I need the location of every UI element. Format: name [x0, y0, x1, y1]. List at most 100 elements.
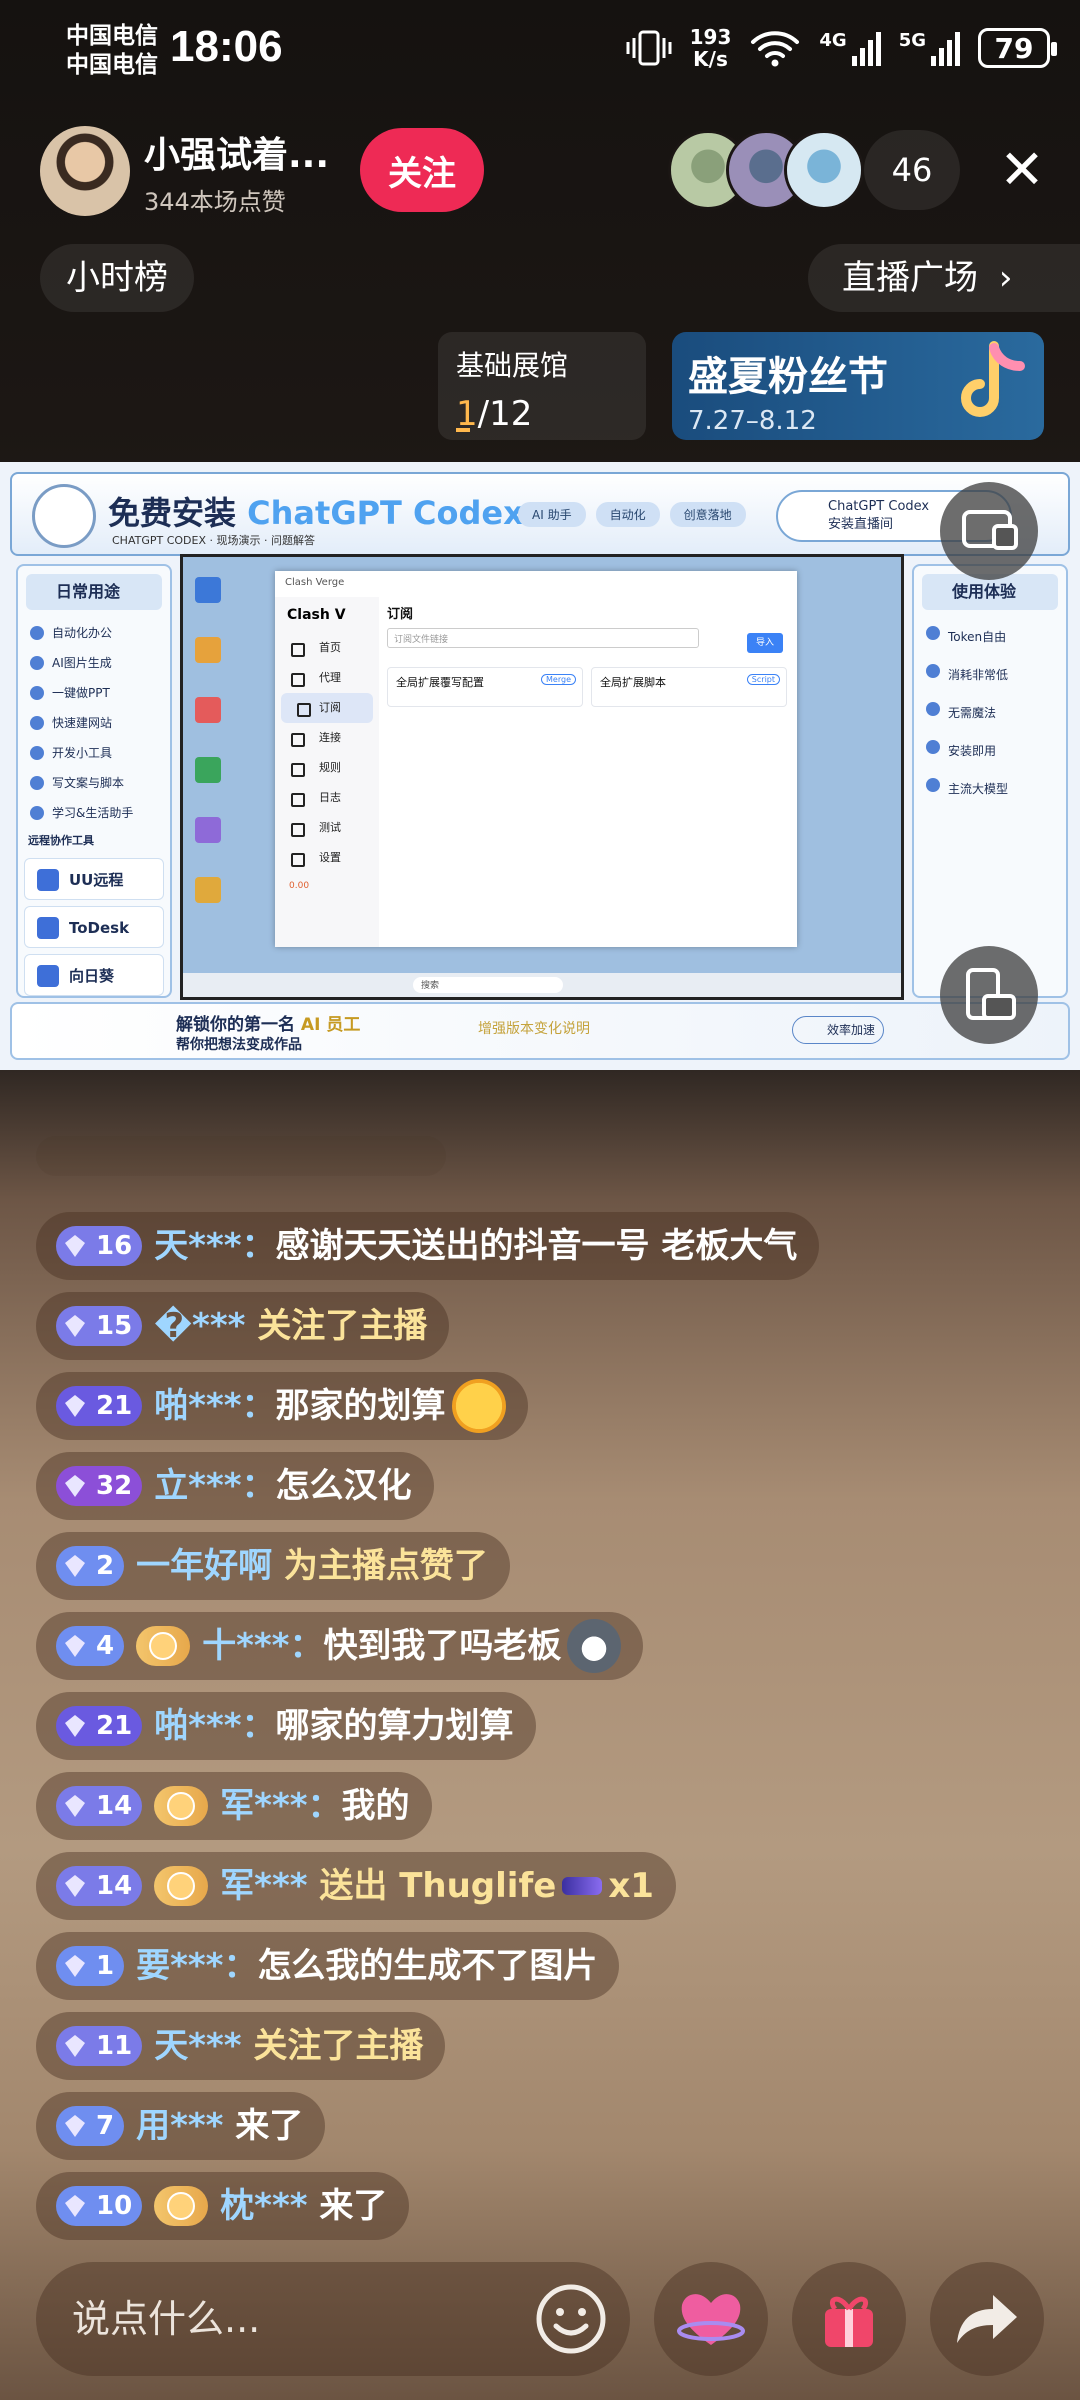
chat-message[interactable]: 4 十***：快到我了吗老板	[36, 1612, 644, 1680]
exhibit-title: 基础展馆	[456, 349, 569, 382]
comment-bar[interactable]	[36, 2262, 630, 2376]
hour-rank-button[interactable]: 小时榜	[40, 244, 194, 312]
heart-badge-icon	[167, 2192, 196, 2220]
chat-username[interactable]: 要***	[136, 1932, 223, 2000]
chat-username[interactable]: 十***	[202, 1612, 289, 1680]
viewer-avatars[interactable]	[668, 130, 864, 210]
chat-username[interactable]: 用***	[136, 2092, 223, 2160]
chat-text: 怎么汉化	[275, 1466, 412, 1506]
chat-message[interactable]: 11 天*** 关注了主播	[36, 2012, 446, 2080]
chat-message[interactable]: 10 枕*** 来了	[36, 2172, 410, 2240]
chevron-right-icon: ›	[998, 258, 1013, 298]
left-item: 自动化办公	[18, 618, 170, 648]
exhibit-card[interactable]: 基础展馆 1/12	[438, 332, 646, 440]
footer-marquee: 增强版本变化说明	[478, 1021, 590, 1037]
desktop-icon	[195, 637, 221, 663]
chat-username[interactable]: 啪***	[154, 1692, 241, 1760]
wifi-icon	[751, 31, 800, 67]
chat-text: 感谢天天送出的抖音一号 老板大气	[275, 1226, 798, 1266]
chat-username[interactable]: 一年好啊	[136, 1532, 272, 1600]
shared-desktop: Clash Verge Clash V 首页 代理 订阅 连接 规则 日志 测试…	[180, 554, 904, 1000]
clash-main: 订阅 订阅文件链接 导入 全局扩展覆写配置 Merge 全局扩展脚本 Script	[387, 597, 789, 947]
share-button[interactable]	[930, 2262, 1044, 2376]
chat-message[interactable]: 14 军*** 送出 Thuglife x1	[36, 1852, 676, 1920]
desktop-icon	[195, 877, 221, 903]
right-panel: 使用体验 Token自由 消耗非常低 无需魔法 安装即用 主流大模型	[912, 564, 1068, 998]
user-level-badge: 21	[56, 1706, 143, 1746]
chat-message[interactable]: 1 要***：怎么我的生成不了图片	[36, 1932, 620, 2000]
chat-message[interactable]: 2 一年好啊 为主播点赞了	[36, 1532, 510, 1600]
clash-window-title: Clash Verge	[285, 577, 345, 588]
chat-separator: ：	[307, 1786, 342, 1826]
carrier-1: 中国电信	[66, 23, 158, 49]
right-item: 安装即用	[914, 732, 1066, 770]
stream-footer-banner: 解锁你的第一名 AI 员工 帮你把想法变成作品 增强版本变化说明 效率加速	[10, 1002, 1070, 1060]
network-speed: 193 K/s	[689, 25, 732, 71]
comment-input[interactable]	[72, 2286, 532, 2352]
right-item: 主流大模型	[914, 770, 1066, 808]
screen-cast-icon	[962, 510, 1018, 550]
chat-username[interactable]: 啪***	[154, 1372, 241, 1440]
left-panel-header: 日常用途	[26, 574, 162, 610]
chat-username[interactable]: 军***	[220, 1852, 307, 1920]
chat-message[interactable]: 16 天***：感谢天天送出的抖音一号 老板大气	[36, 1212, 820, 1280]
left-item: 开发小工具	[18, 738, 170, 768]
gift-button[interactable]	[792, 2262, 906, 2376]
chat-username[interactable]: 天***	[154, 2012, 241, 2080]
chat-separator: ：	[241, 1226, 276, 1266]
level-gem-icon	[65, 1635, 85, 1657]
chat-message[interactable]: 14 军***：我的	[36, 1772, 432, 1840]
chat-action: 送出 Thuglife	[307, 1866, 557, 1906]
desktop-icon	[195, 697, 221, 723]
chat-username[interactable]: 军***	[220, 1772, 307, 1840]
carrier-2: 中国电信	[66, 52, 158, 78]
viewer-count[interactable]: 46	[864, 130, 960, 210]
user-level-badge: 16	[56, 1226, 143, 1266]
chat-username[interactable]: 天***	[154, 1212, 241, 1280]
smile-icon[interactable]	[532, 2280, 610, 2358]
live-plaza-button[interactable]: 直播广场 ›	[808, 244, 1080, 312]
chat-username[interactable]: �***	[154, 1292, 245, 1360]
remote-tool: UU远程	[24, 858, 164, 900]
rotate-screen-button[interactable]	[940, 946, 1038, 1044]
host-profile[interactable]: 小强试着... 344本场点赞	[40, 126, 334, 216]
avatar[interactable]	[40, 126, 130, 216]
banner-title: 免费安装 ChatGPT Codex	[108, 494, 524, 532]
chat-message[interactable]: 7 用*** 来了	[36, 2092, 326, 2160]
chat-message[interactable]: 21 啪***：那家的划算	[36, 1372, 528, 1440]
gift-icon	[825, 2296, 873, 2347]
left-item: 学习&生活助手	[18, 798, 170, 828]
chat-message[interactable]: 21 啪***：哪家的算力划算	[36, 1692, 536, 1760]
clash-sidebar: Clash V 首页 代理 订阅 连接 规则 日志 测试 设置 0.00	[275, 597, 379, 947]
chat-message[interactable]: 15 �*** 关注了主播	[36, 1292, 450, 1360]
left-item: 写文案与脚本	[18, 768, 170, 798]
clash-nav-item: 代理	[275, 663, 379, 693]
user-level-badge: 7	[56, 2106, 125, 2146]
chat-action: 来了	[307, 2186, 388, 2226]
level-gem-icon	[65, 1235, 85, 1257]
chat-username[interactable]: 立***	[154, 1452, 241, 1520]
windows-taskbar: 搜索	[183, 973, 901, 997]
user-level-badge: 4	[56, 1626, 125, 1666]
follow-button[interactable]: 关注	[360, 128, 484, 212]
vibrate-icon	[626, 30, 672, 66]
exhibit-progress-bar	[456, 428, 470, 432]
clash-nav-item: 首页	[275, 633, 379, 663]
battery-indicator: 79	[978, 28, 1057, 68]
screen-cast-button[interactable]	[940, 482, 1038, 580]
live-video[interactable]: 免费安装 ChatGPT Codex CHATGPT CODEX · 现场演示 …	[0, 462, 1080, 1070]
viewer-avatar[interactable]	[784, 130, 864, 210]
chat-message[interactable]: 32 立***：怎么汉化	[36, 1452, 434, 1520]
like-button[interactable]	[654, 2262, 768, 2376]
level-gem-icon	[65, 1395, 85, 1417]
exhibit-progress: 1/12	[456, 394, 533, 434]
clash-url-input: 订阅文件链接	[387, 628, 699, 648]
close-icon[interactable]: ✕	[990, 138, 1054, 202]
chat-message-faded	[36, 1136, 446, 1176]
openai-logo-icon	[32, 484, 96, 548]
status-icons: 193 K/s 4G 5G 79	[626, 25, 1057, 71]
user-level-badge: 32	[56, 1466, 143, 1506]
chat-username[interactable]: 枕***	[220, 2172, 307, 2240]
fan-club-badge	[154, 2186, 209, 2226]
festival-banner[interactable]: 盛夏粉丝节 7.27–8.12	[672, 332, 1044, 440]
